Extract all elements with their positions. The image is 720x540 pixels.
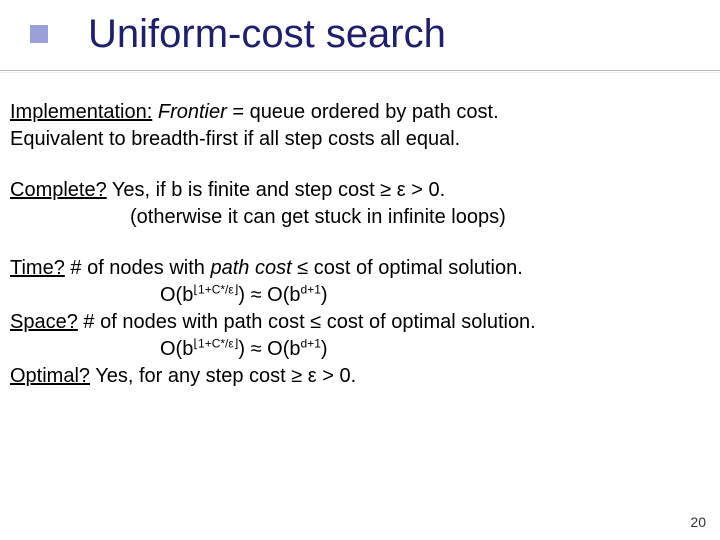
time-label: Time? — [10, 257, 65, 279]
frontier-word: Frontier — [158, 101, 227, 123]
space-label: Space? — [10, 311, 78, 333]
time-post: ≤ cost of optimal solution. — [297, 257, 523, 279]
slide-body: Implementation: Frontier = queue ordered… — [0, 71, 720, 390]
time-formula: O(b⌊1+C*/ε⌋) ≈ O(bd+1) — [10, 282, 328, 309]
time-formula-end: ) — [321, 284, 328, 306]
time-exp-2: d+1 — [301, 282, 321, 296]
space-exp-1: ⌊1+C*/ε⌋ — [193, 336, 238, 350]
complete-label: Complete? — [10, 179, 107, 201]
complete-line-2: (otherwise it can get stuck in infinite … — [10, 204, 506, 231]
slide-title: Uniform-cost search — [88, 12, 446, 56]
optimal-rest: Yes, for any step cost ≥ ε > 0. — [95, 365, 356, 387]
space-exp-2: d+1 — [301, 336, 321, 350]
space-formula-end: ) — [321, 338, 328, 360]
divider-line — [0, 70, 720, 71]
complete-rest: Yes, if b is finite and step cost ≥ ε > … — [112, 179, 445, 201]
time-formula-pre: O(b — [160, 284, 193, 306]
space-formula: O(b⌊1+C*/ε⌋) ≈ O(bd+1) — [10, 336, 328, 363]
time-space-optimal-block: Time? # of nodes with path cost ≤ cost o… — [10, 255, 710, 390]
impl-line-2: Equivalent to breadth-first if all step … — [10, 128, 460, 150]
time-pre: # of nodes with — [70, 257, 210, 279]
implementation-block: Implementation: Frontier = queue ordered… — [10, 99, 710, 153]
implementation-label: Implementation: — [10, 101, 152, 123]
optimal-label: Optimal? — [10, 365, 90, 387]
time-exp-1: ⌊1+C*/ε⌋ — [193, 282, 238, 296]
space-formula-mid: ) ≈ O(b — [238, 338, 300, 360]
title-row: Uniform-cost search — [0, 0, 720, 56]
time-pathcost: path cost — [210, 257, 291, 279]
space-formula-pre: O(b — [160, 338, 193, 360]
time-formula-mid: ) ≈ O(b — [238, 284, 300, 306]
square-bullet-icon — [30, 25, 48, 43]
slide: Uniform-cost search Implementation: Fron… — [0, 0, 720, 540]
space-rest: # of nodes with path cost ≤ cost of opti… — [83, 311, 535, 333]
impl-rest-1: = queue ordered by path cost. — [232, 101, 498, 123]
page-number: 20 — [690, 514, 706, 530]
complete-block: Complete? Yes, if b is finite and step c… — [10, 177, 710, 231]
